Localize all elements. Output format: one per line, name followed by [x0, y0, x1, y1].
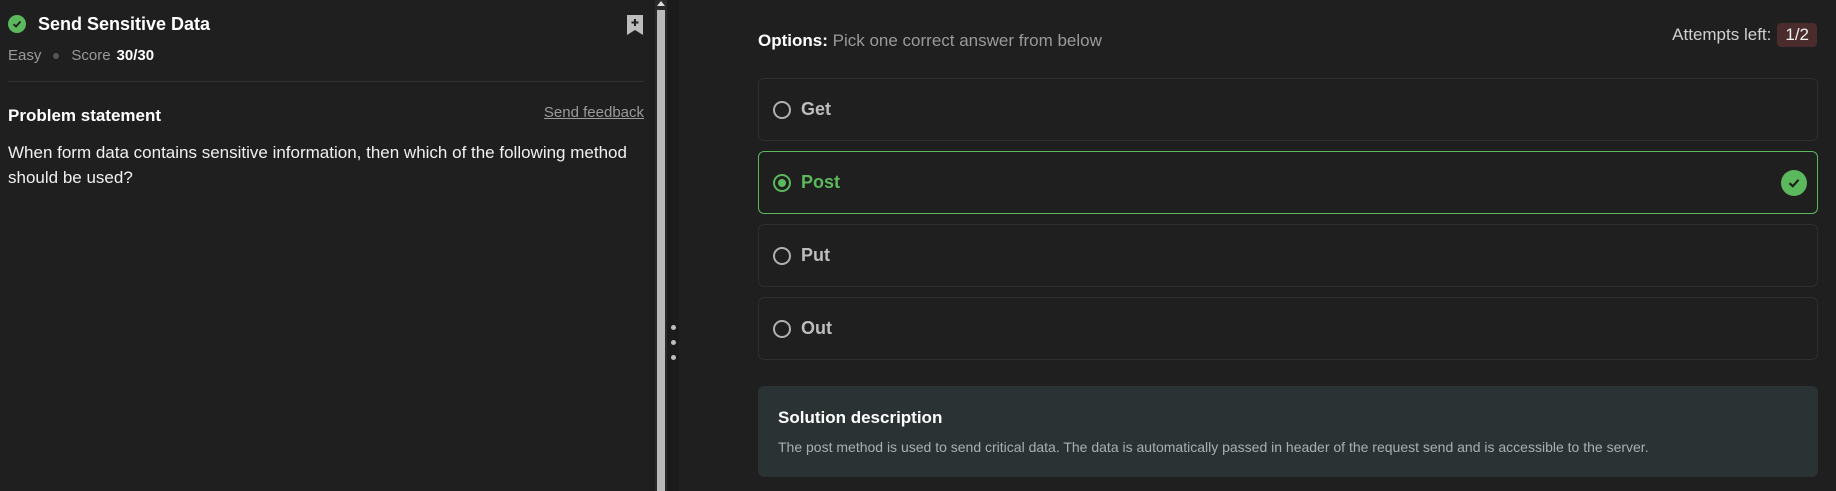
attempts-badge: 1/2 — [1777, 23, 1817, 47]
option-label: Post — [801, 172, 841, 192]
option-out[interactable]: Out — [758, 297, 1818, 360]
option-label: Out — [801, 318, 832, 338]
panel-resize-handle[interactable] — [667, 0, 679, 491]
title-row: Send Sensitive Data — [8, 12, 648, 36]
attempts-indicator: Attempts left: 1/2 — [1672, 23, 1817, 47]
problem-meta: Easy Score 30/30 — [8, 47, 648, 64]
option-label: Get — [801, 99, 832, 119]
problem-statement-heading: Problem statement — [8, 106, 162, 125]
solution-title: Solution description — [778, 408, 943, 427]
score-value: 30/30 — [116, 47, 155, 64]
radio-button[interactable] — [773, 319, 791, 338]
problem-title: Send Sensitive Data — [38, 13, 211, 34]
problem-statement-text: When form data contains sensitive inform… — [8, 143, 627, 187]
scrollbar-thumb[interactable] — [657, 10, 665, 491]
option-put[interactable]: Put — [758, 224, 1818, 287]
drag-handle-icon — [671, 340, 676, 345]
drag-handle-icon — [671, 325, 676, 330]
radio-button[interactable] — [773, 173, 791, 192]
radio-button[interactable] — [773, 246, 791, 265]
solution-box: Solution description The post method is … — [758, 386, 1818, 477]
problem-panel: Send Sensitive Data Easy Score 30/30 Pro… — [0, 0, 655, 491]
options-panel: Options: Pick one correct answer from be… — [679, 0, 1836, 491]
options-instruction: Options: Pick one correct answer from be… — [758, 31, 1102, 51]
left-panel-scrollbar[interactable] — [655, 0, 667, 491]
solution-text: The post method is used to send critical… — [778, 439, 1649, 455]
score-label: Score — [71, 47, 111, 64]
send-feedback-link[interactable]: Send feedback — [544, 104, 644, 121]
options-label-rest: Pick one correct answer from below — [827, 31, 1102, 50]
radio-button[interactable] — [773, 100, 791, 119]
app-root: Send Sensitive Data Easy Score 30/30 Pro… — [0, 0, 1836, 491]
option-post[interactable]: Post — [758, 151, 1818, 214]
difficulty-label: Easy — [8, 47, 42, 64]
problem-header: Send Sensitive Data Easy Score 30/30 — [8, 12, 648, 64]
attempts-label: Attempts left: — [1672, 25, 1772, 44]
solved-check-icon — [8, 15, 26, 33]
separator-dot — [53, 52, 60, 59]
options-label-bold: Options: — [758, 31, 828, 50]
scroll-up-icon[interactable] — [657, 1, 665, 6]
drag-handle-icon — [671, 355, 676, 360]
bookmark-icon[interactable] — [626, 14, 644, 36]
correct-check-icon — [1781, 170, 1807, 196]
option-label: Put — [801, 245, 830, 265]
option-get[interactable]: Get — [758, 78, 1818, 141]
header-divider — [8, 81, 644, 82]
